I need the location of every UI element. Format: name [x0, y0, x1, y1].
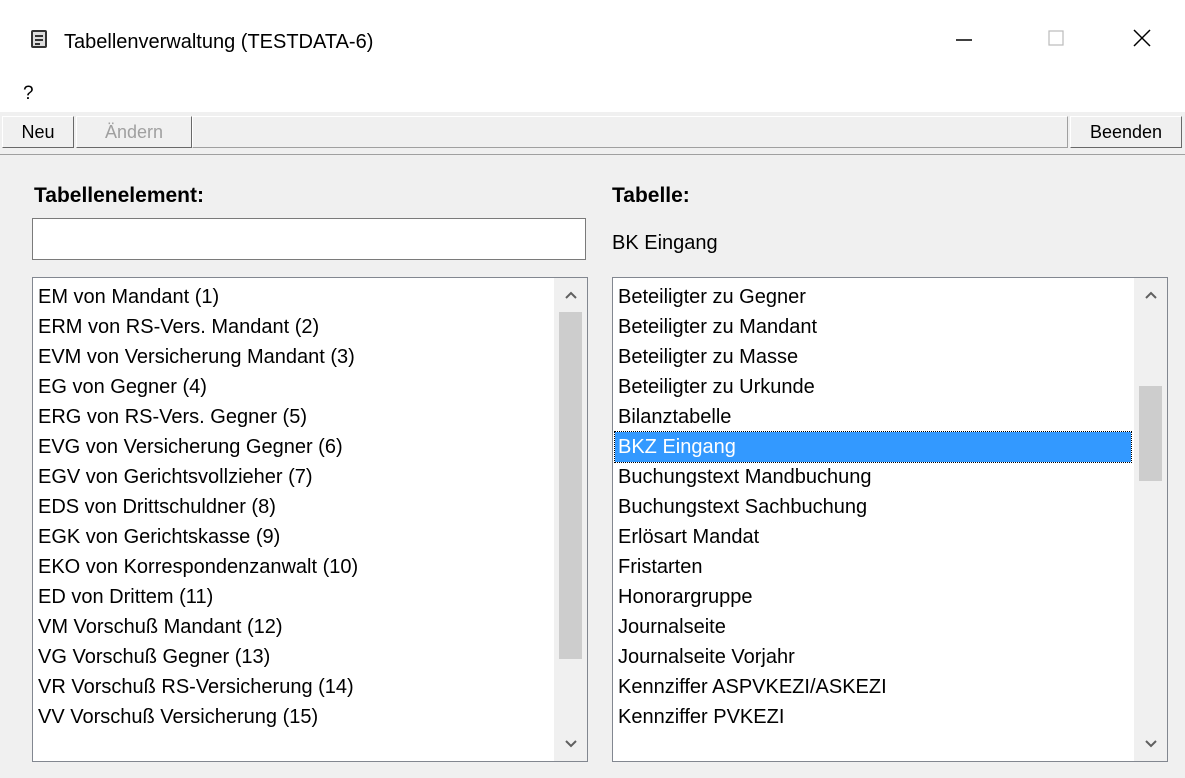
element-list-scrollbar[interactable] [554, 278, 587, 761]
new-button[interactable]: Neu [2, 116, 74, 148]
list-item[interactable]: EVG von Versicherung Gegner (6) [35, 432, 553, 462]
scroll-up-button[interactable] [1135, 278, 1167, 312]
list-item[interactable]: Beteiligter zu Mandant [615, 312, 1131, 342]
toolbar: Neu Ändern Beenden [0, 112, 1185, 155]
list-item[interactable]: Fristarten [615, 552, 1131, 582]
element-list-items: EM von Mandant (1) ERM von RS-Vers. Mand… [33, 282, 555, 732]
menu-bar: ? [0, 76, 1185, 112]
edit-button[interactable]: Ändern [76, 116, 192, 148]
scroll-down-button[interactable] [1135, 727, 1167, 761]
list-item[interactable]: EDS von Drittschuldner (8) [35, 492, 553, 522]
list-item[interactable]: Bilanztabelle [615, 402, 1131, 432]
element-input[interactable] [32, 218, 586, 260]
list-item[interactable]: Beteiligter zu Urkunde [615, 372, 1131, 402]
menu-help[interactable]: ? [23, 80, 34, 108]
list-item[interactable]: Beteiligter zu Gegner [615, 282, 1131, 312]
list-item[interactable]: EGK von Gerichtskasse (9) [35, 522, 553, 552]
scroll-thumb[interactable] [1139, 386, 1162, 481]
maximize-button[interactable] [1010, 0, 1102, 76]
list-item[interactable]: Kennziffer ASPVKEZI/ASKEZI [615, 672, 1131, 702]
list-item[interactable]: EG von Gegner (4) [35, 372, 553, 402]
exit-button[interactable]: Beenden [1070, 116, 1182, 148]
list-item[interactable]: VR Vorschuß RS-Versicherung (14) [35, 672, 553, 702]
minimize-button[interactable] [918, 0, 1010, 76]
selected-table-name: BK Eingang [612, 232, 718, 254]
list-item[interactable]: EM von Mandant (1) [35, 282, 553, 312]
chevron-down-icon [565, 740, 577, 748]
close-button[interactable] [1096, 0, 1185, 76]
list-item[interactable]: VV Vorschuß Versicherung (15) [35, 702, 553, 732]
list-item[interactable]: Journalseite Vorjahr [615, 642, 1131, 672]
table-heading: Tabelle: [612, 184, 690, 207]
list-item[interactable]: VM Vorschuß Mandant (12) [35, 612, 553, 642]
minimize-icon [956, 39, 972, 41]
toolbar-spacer [192, 116, 1068, 148]
table-list[interactable]: Beteiligter zu Gegner Beteiligter zu Man… [612, 277, 1168, 762]
maximize-icon [1048, 30, 1064, 46]
element-heading: Tabellenelement: [34, 184, 204, 207]
list-item[interactable]: EVM von Versicherung Mandant (3) [35, 342, 553, 372]
title-bar: Tabellenverwaltung (TESTDATA-6) [0, 0, 1185, 76]
app-icon [31, 30, 47, 48]
element-list[interactable]: EM von Mandant (1) ERM von RS-Vers. Mand… [32, 277, 588, 762]
list-item[interactable]: Beteiligter zu Masse [615, 342, 1131, 372]
list-item-selected[interactable]: BKZ Eingang [614, 431, 1132, 463]
chevron-up-icon [1145, 291, 1157, 299]
list-item[interactable]: VG Vorschuß Gegner (13) [35, 642, 553, 672]
list-item[interactable]: ERG von RS-Vers. Gegner (5) [35, 402, 553, 432]
chevron-down-icon [1145, 740, 1157, 748]
table-list-items: Beteiligter zu Gegner Beteiligter zu Man… [613, 282, 1133, 732]
list-item[interactable]: EGV von Gerichtsvollzieher (7) [35, 462, 553, 492]
list-item[interactable]: Erlösart Mandat [615, 522, 1131, 552]
scroll-up-button[interactable] [555, 278, 587, 312]
list-item[interactable]: Kennziffer PVKEZI [615, 702, 1131, 732]
list-item[interactable]: EKO von Korrespondenzanwalt (10) [35, 552, 553, 582]
scroll-thumb[interactable] [559, 312, 582, 659]
window-title: Tabellenverwaltung (TESTDATA-6) [64, 31, 374, 53]
list-item[interactable]: Buchungstext Mandbuchung [615, 462, 1131, 492]
close-icon [1133, 29, 1151, 47]
list-item[interactable]: ERM von RS-Vers. Mandant (2) [35, 312, 553, 342]
list-item[interactable]: ED von Drittem (11) [35, 582, 553, 612]
list-item[interactable]: Buchungstext Sachbuchung [615, 492, 1131, 522]
table-list-scrollbar[interactable] [1134, 278, 1167, 761]
list-item[interactable]: Journalseite [615, 612, 1131, 642]
list-item[interactable]: Honorargruppe [615, 582, 1131, 612]
scroll-down-button[interactable] [555, 727, 587, 761]
chevron-up-icon [565, 291, 577, 299]
